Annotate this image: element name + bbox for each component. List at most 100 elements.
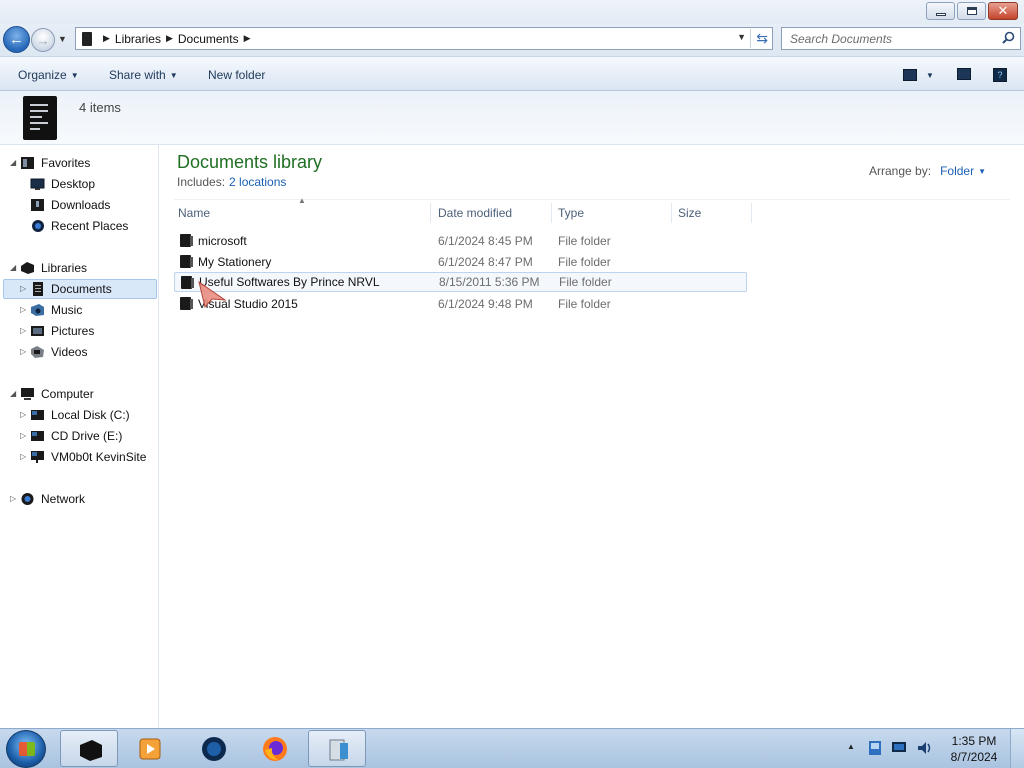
file-row[interactable]: My Stationery 6/1/2024 8:47 PM File fold…	[174, 252, 747, 272]
new-folder-button[interactable]: New folder	[208, 68, 265, 82]
back-button[interactable]: ←	[3, 26, 30, 53]
search-box[interactable]	[781, 27, 1021, 50]
start-button[interactable]	[6, 730, 46, 768]
sidebar-group-label: Favorites	[41, 156, 91, 170]
close-icon: ✕	[997, 3, 1009, 18]
organize-menu[interactable]: Organize ▼	[18, 68, 79, 82]
file-row[interactable]: Visual Studio 2015 6/1/2024 9:48 PM File…	[174, 294, 747, 314]
expand-arrow-icon[interactable]: ▷	[20, 305, 28, 314]
includes-label: Includes:	[177, 175, 226, 189]
help-icon: ?	[993, 68, 1007, 82]
file-date-modified: 6/1/2024 8:47 PM	[438, 255, 533, 269]
change-view-button[interactable]: ▼	[903, 68, 934, 82]
show-hidden-icons-button[interactable]: ▲	[847, 742, 855, 751]
taskbar-explorer-button[interactable]	[60, 730, 118, 767]
organize-label: Organize	[18, 68, 67, 82]
breadcrumb-separator-icon[interactable]: ▶	[103, 33, 110, 44]
expand-arrow-icon[interactable]: ▷	[10, 494, 18, 503]
sidebar-item-label: Videos	[51, 345, 88, 359]
close-button[interactable]: ✕	[988, 2, 1018, 20]
sidebar-item-local-disk[interactable]: ▷ Local Disk (C:)	[20, 405, 130, 425]
sidebar-item-label: Downloads	[51, 198, 111, 212]
folder-icon	[180, 255, 193, 268]
sidebar-item-recent-places[interactable]: Recent Places	[30, 216, 128, 236]
search-icon[interactable]	[1002, 31, 1015, 44]
sidebar-group-computer[interactable]: ◢ Computer	[10, 384, 94, 404]
sidebar-item-documents[interactable]: ▷ Documents	[20, 279, 112, 299]
clock[interactable]: 1:35 PM 8/7/2024	[948, 733, 1000, 765]
navigation-bar: ← → ▼ ▶ Libraries ▶ Documents ▶ ▼ ⇆	[0, 24, 1024, 56]
restore-button[interactable]	[957, 2, 986, 20]
network-icon	[21, 493, 34, 505]
sidebar-item-label: Recent Places	[51, 219, 129, 233]
windows-logo-icon	[19, 742, 35, 756]
sidebar-item-downloads[interactable]: Downloads	[30, 195, 110, 215]
sidebar-item-videos[interactable]: ▷ Videos	[20, 342, 87, 362]
collapse-arrow-icon[interactable]: ◢	[10, 158, 18, 167]
network-status-icon[interactable]	[891, 741, 907, 755]
globe-app-icon	[202, 737, 226, 761]
file-list-pane: Documents library Includes: 2 locations A…	[160, 145, 1024, 728]
taskbar-globe-app-button[interactable]	[184, 730, 242, 767]
sidebar-group-network[interactable]: ▷ Network	[10, 489, 85, 509]
expand-arrow-icon[interactable]: ▷	[20, 410, 28, 419]
collapse-arrow-icon[interactable]: ◢	[10, 263, 18, 272]
taskbar-visual-studio-button[interactable]	[308, 730, 366, 767]
sidebar-group-libraries[interactable]: ◢ Libraries	[10, 258, 87, 278]
breadcrumb-libraries[interactable]: Libraries	[115, 32, 161, 46]
breadcrumb-documents[interactable]: Documents	[178, 32, 239, 46]
taskbar-firefox-button[interactable]	[245, 730, 303, 767]
forward-arrow-icon: →	[36, 32, 50, 48]
visual-studio-icon	[329, 739, 348, 761]
breadcrumb-separator-icon[interactable]: ▶	[244, 33, 251, 44]
recent-pages-dropdown-icon[interactable]: ▼	[58, 34, 67, 44]
sidebar-item-pictures[interactable]: ▷ Pictures	[20, 321, 94, 341]
expand-arrow-icon[interactable]: ▷	[20, 284, 28, 293]
desktop-icon	[30, 178, 45, 190]
title-bar: ✕	[0, 0, 1024, 24]
expand-arrow-icon[interactable]: ▷	[20, 452, 28, 461]
sidebar-item-network-drive[interactable]: ▷ VM0b0t KevinSite	[20, 447, 146, 467]
sidebar-item-music[interactable]: ▷ Music	[20, 300, 82, 320]
hard-disk-icon	[31, 410, 44, 420]
column-header-date-modified[interactable]: Date modified	[434, 203, 552, 223]
documents-icon	[33, 282, 43, 296]
volume-icon[interactable]	[916, 740, 932, 756]
view-options-dropdown-icon[interactable]: ▼	[926, 71, 934, 80]
expand-arrow-icon[interactable]: ▷	[20, 347, 28, 356]
arrange-by-value: Folder	[940, 164, 975, 178]
refresh-icon[interactable]: ⇆	[750, 29, 768, 48]
column-header-size[interactable]: Size	[674, 203, 752, 223]
forward-button[interactable]: →	[31, 28, 55, 52]
collapse-arrow-icon[interactable]: ◢	[10, 389, 18, 398]
sidebar-item-cd-drive[interactable]: ▷ CD Drive (E:)	[20, 426, 122, 446]
preview-pane-button[interactable]	[957, 68, 971, 82]
folder-icon	[180, 234, 193, 247]
expand-arrow-icon[interactable]: ▷	[20, 326, 28, 335]
sidebar-item-desktop[interactable]: Desktop	[30, 174, 95, 194]
sidebar-group-favorites[interactable]: ◢ Favorites	[10, 153, 90, 173]
file-date-modified: 8/15/2011 5:36 PM	[439, 275, 540, 289]
arrange-by-dropdown[interactable]: Folder ▼	[940, 164, 986, 178]
column-header-name[interactable]: Name	[174, 203, 431, 223]
file-type: File folder	[558, 255, 611, 269]
action-center-icon[interactable]	[867, 740, 883, 756]
share-with-menu[interactable]: Share with ▼	[109, 68, 178, 82]
show-desktop-button[interactable]	[1010, 729, 1024, 768]
search-input[interactable]	[790, 31, 1000, 46]
column-header-type[interactable]: Type	[554, 203, 672, 223]
breadcrumb-separator-icon[interactable]: ▶	[166, 33, 173, 44]
sidebar-item-label: Desktop	[51, 177, 96, 191]
sidebar-group-label: Libraries	[41, 261, 88, 275]
help-button[interactable]: ?	[993, 68, 1007, 82]
includes-locations-link[interactable]: 2 locations	[229, 175, 286, 189]
expand-arrow-icon[interactable]: ▷	[20, 431, 28, 440]
taskbar-media-player-button[interactable]	[120, 730, 178, 767]
back-arrow-icon: ←	[9, 31, 24, 48]
cd-drive-icon	[31, 431, 44, 441]
address-history-dropdown-icon[interactable]: ▼	[737, 32, 746, 42]
file-row-hovered[interactable]: Useful Softwares By Prince NRVL 8/15/201…	[174, 272, 747, 292]
address-bar[interactable]: ▶ Libraries ▶ Documents ▶ ▼ ⇆	[75, 27, 773, 50]
file-row[interactable]: microsoft 6/1/2024 8:45 PM File folder	[174, 231, 747, 251]
minimize-button[interactable]	[926, 2, 955, 20]
